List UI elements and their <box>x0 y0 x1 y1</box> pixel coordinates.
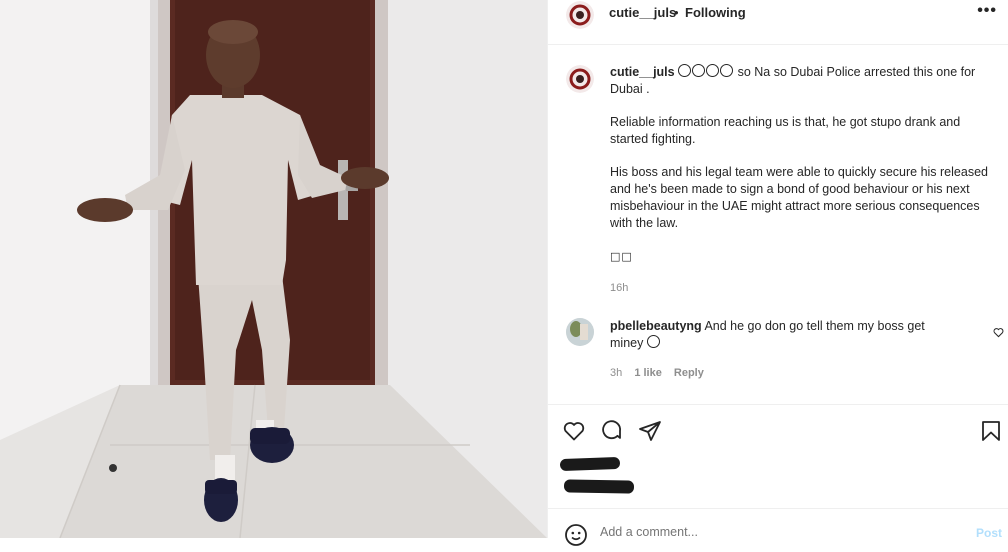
emoji-icon <box>678 64 692 77</box>
comment-time[interactable]: 3h <box>610 367 622 379</box>
more-icon[interactable]: ••• <box>977 2 997 20</box>
post-panel: cutie__juls • Following ••• cutie__juls … <box>547 0 1008 546</box>
post-header: cutie__juls • Following ••• <box>548 0 1008 45</box>
action-bar <box>548 404 1008 455</box>
add-comment-row: Post <box>548 508 1008 546</box>
caption-avatar[interactable] <box>566 65 594 93</box>
add-comment-input[interactable] <box>600 525 940 539</box>
comment-heart-icon[interactable] <box>993 325 1004 343</box>
emoji-icon <box>720 64 734 77</box>
caption-text: cutie__juls so Na so Dubai Police arrest… <box>610 64 990 281</box>
author-username[interactable]: cutie__juls <box>609 5 676 20</box>
commenter-username[interactable]: pbellebeautyng <box>610 319 702 333</box>
following-button[interactable]: Following <box>685 5 746 20</box>
comment-text: pbellebeautyng And he go don go tell the… <box>610 318 960 352</box>
emoji-icon <box>692 64 706 77</box>
caption-paragraph: His boss and his legal team were able to… <box>610 165 988 230</box>
emoji-icon <box>646 335 660 348</box>
heart-icon[interactable] <box>562 419 586 448</box>
comment-icon[interactable] <box>600 419 624 448</box>
comment-meta: 3h 1 like Reply <box>610 367 713 379</box>
reply-button[interactable]: Reply <box>674 367 704 379</box>
author-avatar[interactable] <box>566 1 594 29</box>
comment-likes[interactable]: 1 like <box>634 367 662 379</box>
post-time[interactable]: 16h <box>610 282 628 294</box>
redacted-date <box>563 479 635 494</box>
commenter-avatar[interactable] <box>566 318 594 346</box>
caption-emoji-boxes: □□ <box>610 250 633 263</box>
emoji-icon <box>706 64 720 77</box>
caption-username[interactable]: cutie__juls <box>610 65 675 79</box>
redacted-likes <box>559 456 621 472</box>
caption-paragraph: Reliable information reaching us is that… <box>610 115 961 146</box>
bookmark-icon[interactable] <box>979 419 1003 448</box>
emoji-group <box>678 64 737 79</box>
post-image <box>0 0 547 538</box>
post-photo <box>0 0 547 538</box>
share-icon[interactable] <box>638 419 662 448</box>
header-separator: • <box>674 5 679 20</box>
